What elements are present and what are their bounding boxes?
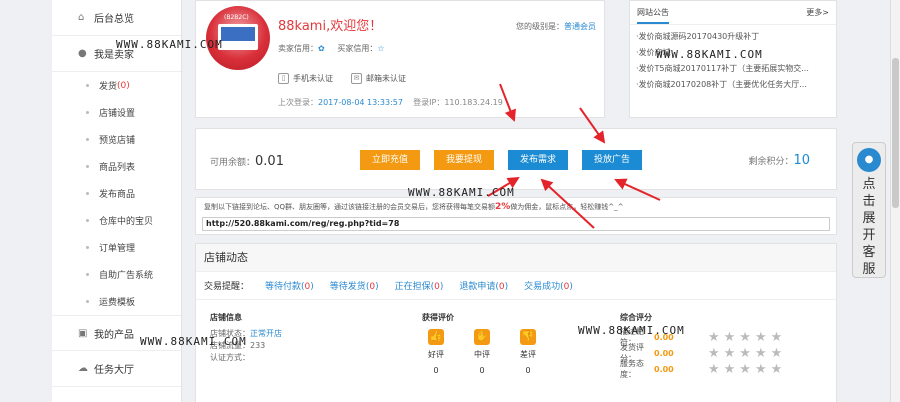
watermark: WWW.88KAMI.COM [656, 48, 763, 61]
watermark: WWW.88KAMI.COM [408, 186, 515, 199]
arrow-icon [540, 178, 595, 229]
arrow-icon [579, 107, 606, 144]
arrow-icon [614, 178, 661, 201]
watermark: WWW.88KAMI.COM [140, 335, 247, 348]
watermark: WWW.88KAMI.COM [578, 324, 685, 337]
annotation-arrows [487, 83, 661, 229]
watermark: WWW.88KAMI.COM [116, 38, 223, 51]
arrow-icon [499, 83, 516, 122]
